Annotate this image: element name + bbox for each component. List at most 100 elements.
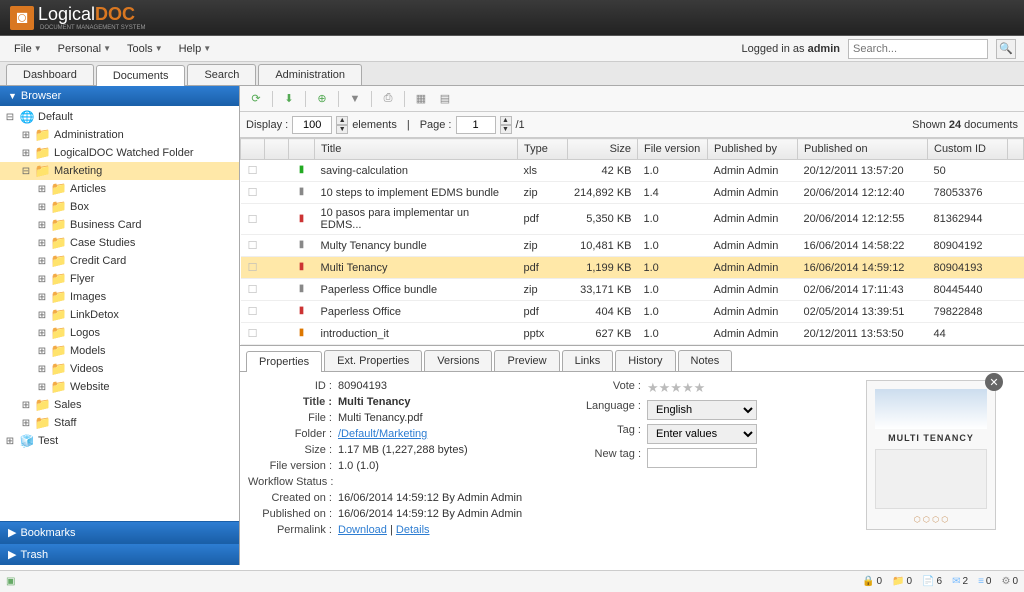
tree-node[interactable]: ⊞📁Box bbox=[0, 198, 239, 216]
tree-toggle[interactable]: ⊞ bbox=[36, 346, 48, 357]
table-row[interactable]: ☐▮saving-calculationxls42 KB1.0Admin Adm… bbox=[241, 160, 1024, 182]
tree-toggle[interactable]: ⊞ bbox=[36, 382, 48, 393]
checkbox-icon[interactable]: ☐ bbox=[248, 284, 258, 296]
col-type[interactable]: Type bbox=[518, 139, 568, 160]
checkbox-icon[interactable]: ☐ bbox=[248, 240, 258, 252]
tab-search[interactable]: Search bbox=[187, 64, 256, 85]
table-row[interactable]: ☐▮introduction_itpptx627 KB1.0Admin Admi… bbox=[241, 323, 1024, 345]
tree-node[interactable]: ⊞📁Flyer bbox=[0, 270, 239, 288]
tag-select[interactable]: Enter values bbox=[647, 424, 757, 444]
refresh-button[interactable]: ⟳ bbox=[246, 89, 266, 109]
checkbox-icon[interactable]: ☐ bbox=[248, 306, 258, 318]
tree-toggle[interactable]: ⊞ bbox=[36, 256, 48, 267]
bulk-button[interactable]: ⊕ bbox=[312, 89, 332, 109]
tree-node[interactable]: ⊞📁Logos bbox=[0, 324, 239, 342]
table-row[interactable]: ☐▮10 pasos para implementar un EDMS...pd… bbox=[241, 204, 1024, 235]
tree-toggle[interactable]: ⊟ bbox=[4, 112, 16, 123]
tree-node[interactable]: ⊞📁Case Studies bbox=[0, 234, 239, 252]
tree-toggle[interactable]: ⊞ bbox=[36, 238, 48, 249]
tree-toggle[interactable]: ⊞ bbox=[20, 400, 32, 411]
checkbox-icon[interactable]: ☐ bbox=[248, 187, 258, 199]
tree-node[interactable]: ⊞📁LinkDetox bbox=[0, 306, 239, 324]
detail-tab-history[interactable]: History bbox=[615, 350, 675, 371]
tree-node[interactable]: ⊞📁Sales bbox=[0, 396, 239, 414]
detail-tab-links[interactable]: Links bbox=[562, 350, 614, 371]
page-down[interactable]: ▼ bbox=[500, 125, 512, 134]
newtag-input[interactable] bbox=[647, 448, 757, 468]
trash-panel-header[interactable]: ▶Trash bbox=[0, 543, 239, 565]
status-locked[interactable]: 🔒0 bbox=[862, 576, 882, 587]
tree-node[interactable]: ⊞📁Administration bbox=[0, 126, 239, 144]
vote-stars[interactable]: ★★★★★ bbox=[647, 380, 846, 396]
col-published-by[interactable]: Published by bbox=[708, 139, 798, 160]
download-link[interactable]: Download bbox=[338, 524, 387, 536]
tree-toggle[interactable]: ⊞ bbox=[36, 184, 48, 195]
detail-tab-properties[interactable]: Properties bbox=[246, 351, 322, 372]
download-button[interactable]: ⬇ bbox=[279, 89, 299, 109]
details-link[interactable]: Details bbox=[396, 524, 430, 536]
status-msgs[interactable]: 📄6 bbox=[922, 576, 942, 587]
detail-tab-versions[interactable]: Versions bbox=[424, 350, 492, 371]
status-mail[interactable]: ✉2 bbox=[952, 576, 968, 587]
status-tasks[interactable]: ≡0 bbox=[978, 576, 991, 587]
tree-node[interactable]: ⊟📁Marketing bbox=[0, 162, 239, 180]
detail-tab-notes[interactable]: Notes bbox=[678, 350, 733, 371]
tree-toggle[interactable]: ⊞ bbox=[36, 220, 48, 231]
tree-toggle[interactable]: ⊞ bbox=[36, 310, 48, 321]
grid-view-button[interactable]: ▤ bbox=[435, 89, 455, 109]
col-version[interactable]: File version bbox=[638, 139, 708, 160]
status-events[interactable]: ⚙0 bbox=[1001, 576, 1018, 587]
col-published-on[interactable]: Published on bbox=[798, 139, 928, 160]
col-size[interactable]: Size bbox=[568, 139, 638, 160]
tree-toggle[interactable]: ⊞ bbox=[36, 364, 48, 375]
detail-tab-ext[interactable]: Ext. Properties bbox=[324, 350, 422, 371]
checkbox-icon[interactable]: ☐ bbox=[248, 262, 258, 274]
tree-node[interactable]: ⊞📁LogicalDOC Watched Folder bbox=[0, 144, 239, 162]
display-up[interactable]: ▲ bbox=[336, 116, 348, 125]
bookmarks-panel-header[interactable]: ▶Bookmarks bbox=[0, 521, 239, 543]
browser-panel-header[interactable]: ▼Browser bbox=[0, 86, 239, 106]
checkbox-icon[interactable]: ☐ bbox=[248, 214, 258, 226]
page-input[interactable] bbox=[456, 116, 496, 134]
menu-help[interactable]: Help▼ bbox=[173, 41, 218, 57]
col-custom-id[interactable]: Custom ID bbox=[928, 139, 1008, 160]
tree-toggle[interactable]: ⊞ bbox=[4, 436, 16, 447]
list-view-button[interactable]: ▦ bbox=[411, 89, 431, 109]
tree-node[interactable]: ⊞📁Website bbox=[0, 378, 239, 396]
detail-tab-preview[interactable]: Preview bbox=[494, 350, 559, 371]
col-title[interactable]: Title bbox=[315, 139, 518, 160]
table-row[interactable]: ☐▮Multi Tenancypdf1,199 KB1.0Admin Admin… bbox=[241, 257, 1024, 279]
tree-node[interactable]: ⊟🌐Default bbox=[0, 108, 239, 126]
tree-toggle[interactable]: ⊟ bbox=[20, 166, 32, 177]
checkbox-icon[interactable]: ☐ bbox=[248, 165, 258, 177]
status-checkout[interactable]: 📁0 bbox=[892, 576, 912, 587]
thumbnail[interactable]: MULTI TENANCY ⬡ ⬡ ⬡ ⬡ ✕ bbox=[866, 380, 996, 530]
tree-toggle[interactable]: ⊞ bbox=[20, 130, 32, 141]
display-down[interactable]: ▼ bbox=[336, 125, 348, 134]
tab-documents[interactable]: Documents bbox=[96, 65, 186, 86]
tree-node[interactable]: ⊞📁Videos bbox=[0, 360, 239, 378]
close-thumbnail-button[interactable]: ✕ bbox=[985, 373, 1003, 391]
table-row[interactable]: ☐▮Multy Tenancy bundlezip10,481 KB1.0Adm… bbox=[241, 235, 1024, 257]
tab-administration[interactable]: Administration bbox=[258, 64, 362, 85]
menu-file[interactable]: File▼ bbox=[8, 41, 48, 57]
tree-toggle[interactable]: ⊞ bbox=[20, 418, 32, 429]
menu-tools[interactable]: Tools▼ bbox=[121, 41, 169, 57]
filter-button[interactable]: ▼ bbox=[345, 89, 365, 109]
table-row[interactable]: ☐▮Paperless Officepdf404 KB1.0Admin Admi… bbox=[241, 301, 1024, 323]
tree-toggle[interactable]: ⊞ bbox=[36, 328, 48, 339]
print-button[interactable]: ⎙ bbox=[378, 89, 398, 109]
display-input[interactable] bbox=[292, 116, 332, 134]
table-row[interactable]: ☐▮10 steps to implement EDMS bundlezip21… bbox=[241, 182, 1024, 204]
tree-toggle[interactable]: ⊞ bbox=[36, 274, 48, 285]
search-input[interactable] bbox=[848, 39, 988, 59]
tree-toggle[interactable]: ⊞ bbox=[36, 292, 48, 303]
tree-node[interactable]: ⊞📁Models bbox=[0, 342, 239, 360]
tree-toggle[interactable]: ⊞ bbox=[36, 202, 48, 213]
tree-node[interactable]: ⊞📁Credit Card bbox=[0, 252, 239, 270]
prop-folder-link[interactable]: /Default/Marketing bbox=[338, 428, 427, 440]
menu-personal[interactable]: Personal▼ bbox=[52, 41, 117, 57]
tree-node[interactable]: ⊞📁Images bbox=[0, 288, 239, 306]
search-button[interactable]: 🔍 bbox=[996, 39, 1016, 59]
tree-toggle[interactable]: ⊞ bbox=[20, 148, 32, 159]
